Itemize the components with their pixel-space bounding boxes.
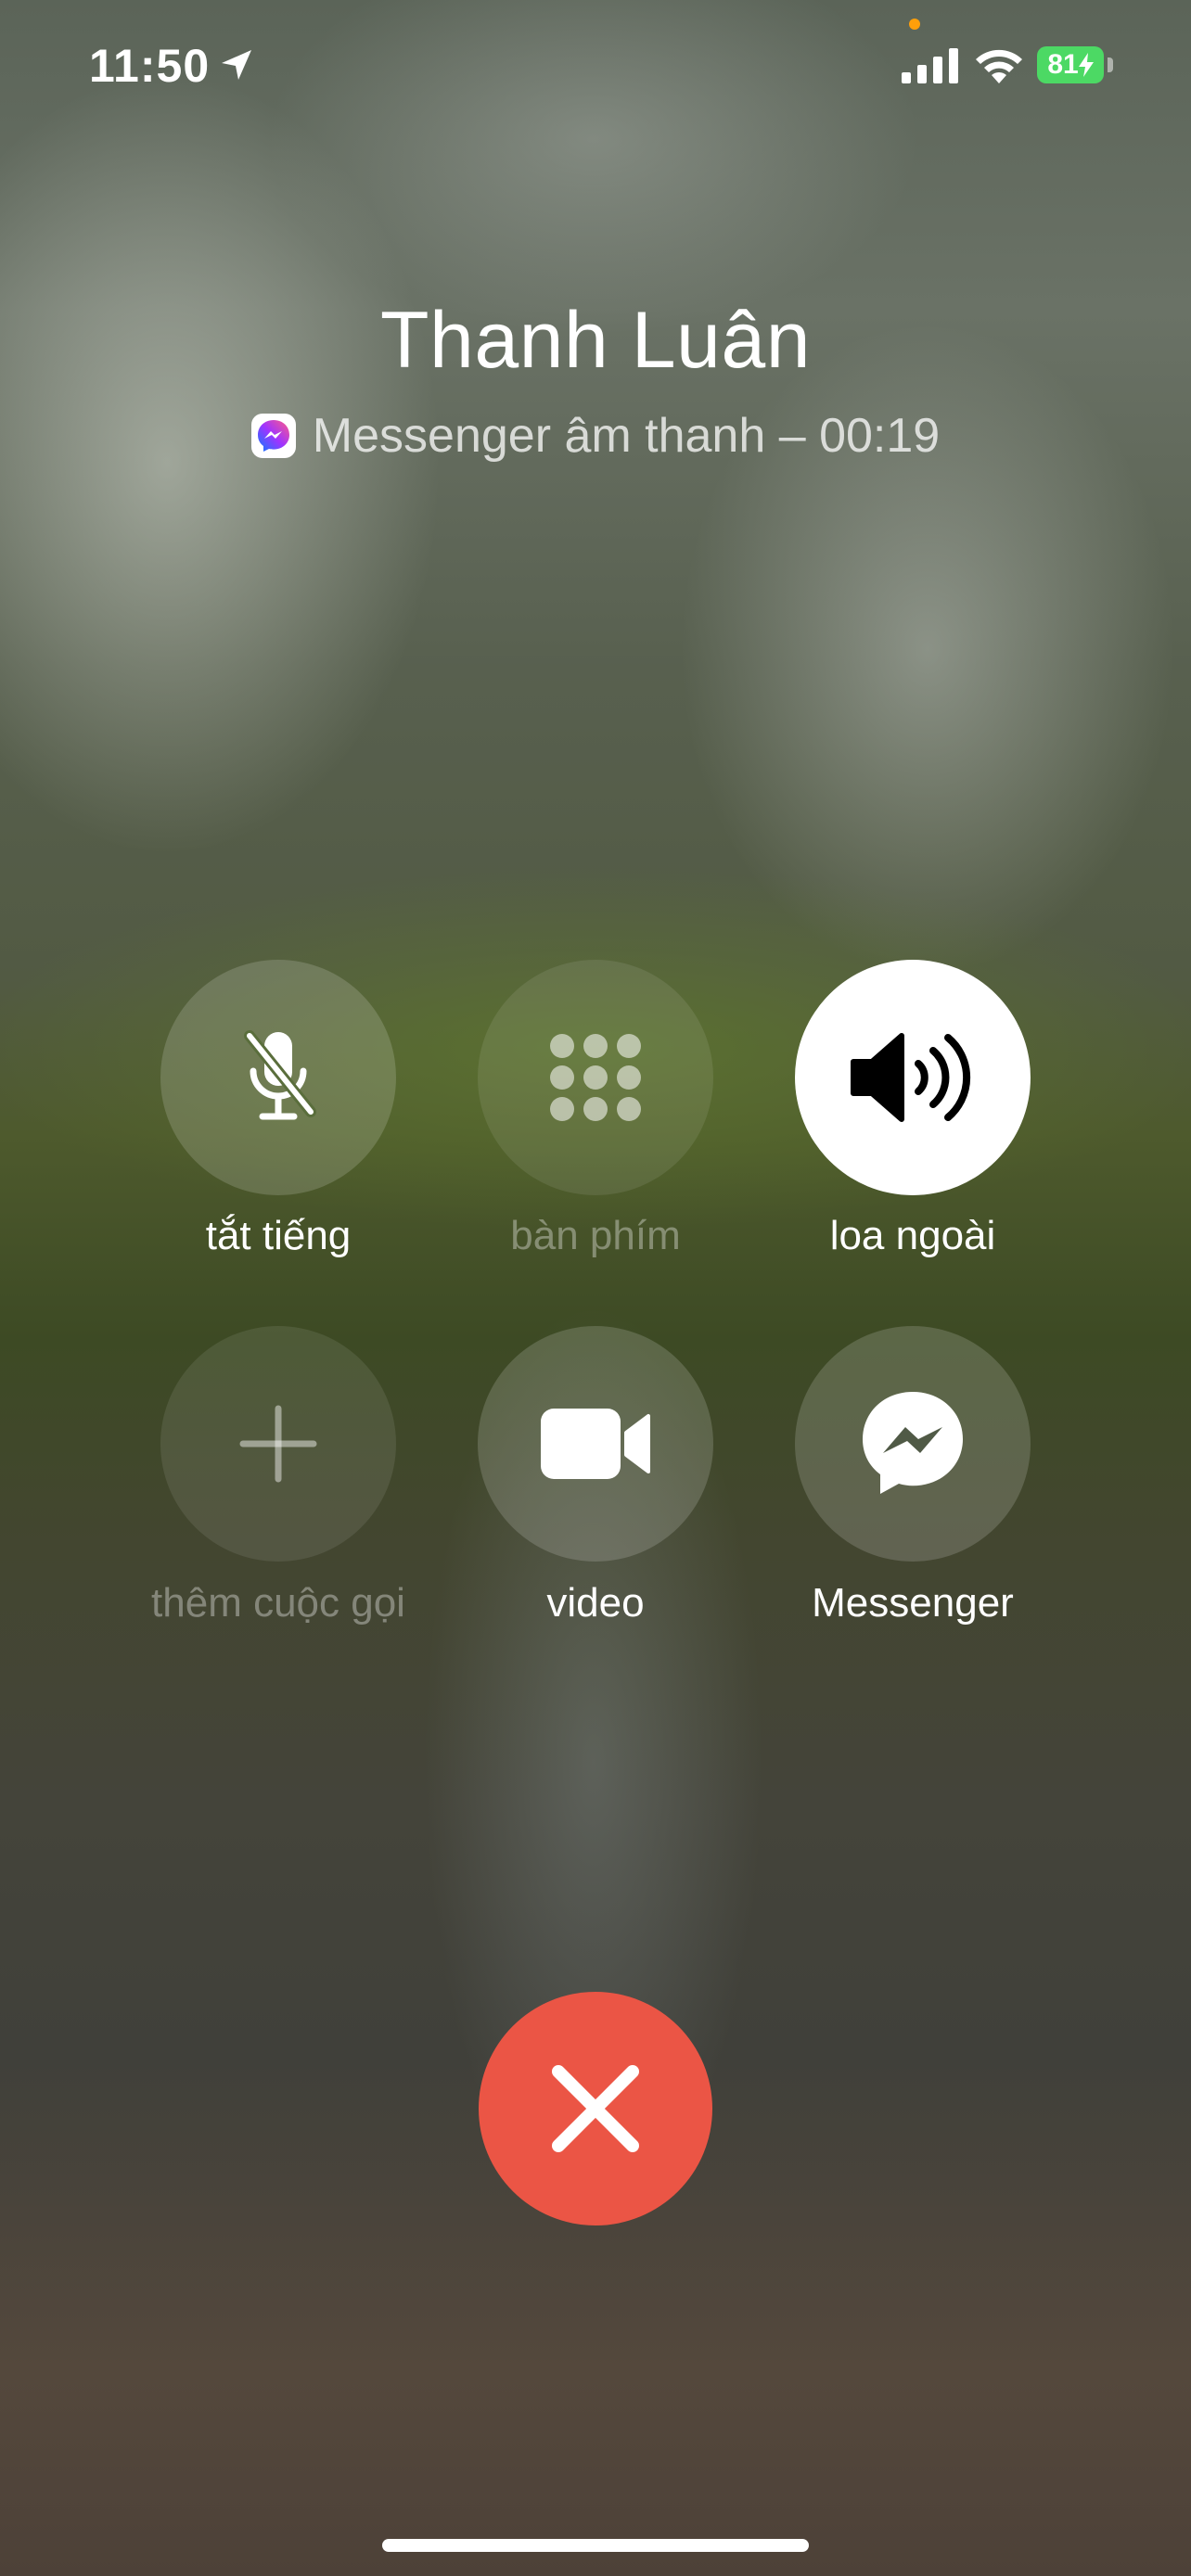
close-icon [552,2065,639,2152]
status-time: 11:50 [89,40,211,92]
caller-name: Thanh Luân [379,296,812,385]
battery-tip [1108,57,1113,72]
plus-icon [239,1405,317,1483]
mute-button[interactable] [160,960,396,1195]
messenger-button[interactable] [795,1326,1031,1562]
cellular-signal-icon [902,48,958,83]
call-status-text: Messenger âm thanh – 00:19 [312,409,941,463]
add-call-button[interactable] [160,1326,396,1562]
call-subtitle: Messenger âm thanh – 00:19 [0,408,1191,464]
messenger-app-icon [250,414,296,458]
messenger-label: Messenger [812,1580,1014,1626]
speaker-button[interactable] [795,960,1031,1195]
mic-slash-icon [244,1030,316,1120]
location-arrow-icon [222,50,251,80]
end-call-button[interactable] [479,1992,712,2225]
video-button[interactable] [478,1326,713,1562]
mic-in-use-indicator [909,19,920,30]
speaker-label: loa ngoài [829,1213,996,1258]
add-call-label: thêm cuộc gọi [151,1580,405,1626]
keypad-button[interactable] [478,960,713,1195]
battery-level: 81 [1047,49,1079,80]
keypad-icon [550,1034,641,1121]
video-camera-icon [541,1409,650,1479]
video-label: video [546,1580,645,1626]
battery-indicator: 81 [1037,46,1104,83]
charging-bolt-icon [1078,53,1094,77]
speaker-icon [851,1033,971,1122]
home-indicator[interactable] [382,2539,809,2552]
messenger-icon [863,1392,963,1494]
mute-label: tắt tiếng [205,1213,352,1258]
wifi-icon [976,49,1022,83]
status-bar: 11:50 81 [0,0,1191,130]
keypad-label: bàn phím [510,1213,681,1258]
